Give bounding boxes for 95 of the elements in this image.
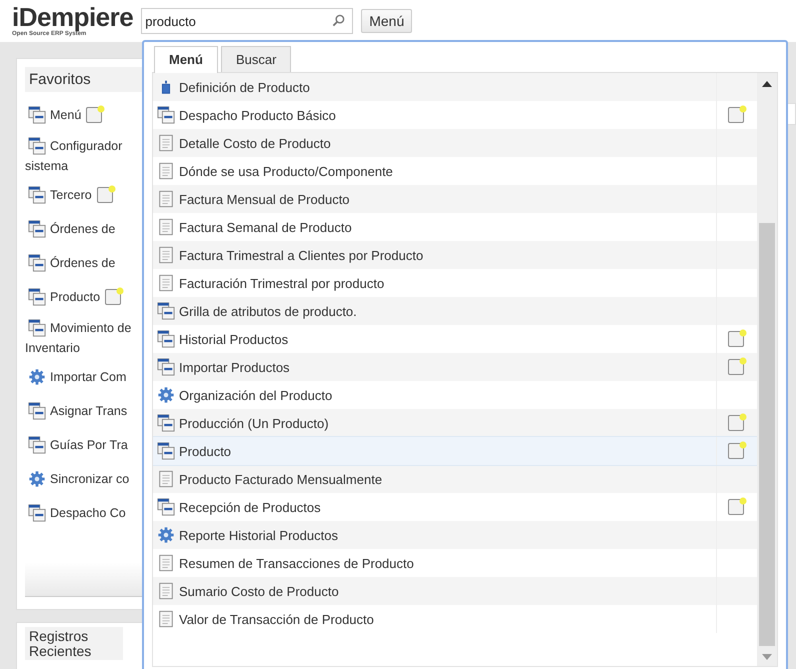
result-row[interactable]: Factura Mensual de Producto [153,185,757,213]
favorite-link[interactable]: Importar Com [50,370,126,384]
window-icon [28,106,46,124]
result-label: Definición de Producto [179,80,310,94]
result-row[interactable]: Producción (Un Producto) [153,409,757,437]
scroll-up-icon[interactable] [762,81,772,87]
document-icon [157,190,175,208]
result-row[interactable]: Sumario Costo de Producto [153,577,757,605]
window-icon [157,498,175,516]
favorite-note-icon[interactable] [727,105,747,125]
logo: iDempiere [12,4,134,30]
document-icon [157,554,175,572]
tab[interactable]: Menú [154,46,218,73]
gear-icon [157,526,175,544]
window-icon [157,330,175,348]
favorite-note-icon[interactable] [727,413,747,433]
window-icon [157,442,175,460]
scroll-down-icon[interactable] [762,654,772,660]
gear-icon [28,470,46,488]
document-icon [157,134,175,152]
favorite-link[interactable]: Movimiento de [50,321,132,335]
result-label: Valor de Transacción de Producto [179,612,374,626]
window-icon [28,319,46,337]
favorite-note-icon[interactable] [104,287,124,307]
favorite-link[interactable]: Órdenes de [50,222,116,236]
window-icon [28,288,46,306]
window-icon [157,358,175,376]
window-icon [28,137,46,155]
result-label: Producto [179,444,232,458]
document-icon [157,218,175,236]
result-label: Recepción de Productos [179,500,321,514]
scrollbar[interactable] [757,73,777,666]
document-icon [157,246,175,264]
result-row[interactable]: Detalle Costo de Producto [153,129,757,157]
result-label: Facturación Trimestral por producto [179,276,384,290]
gear-icon [157,386,175,404]
favorite-note-icon[interactable] [85,105,106,125]
favorite-link[interactable]: Configurador [50,139,122,153]
result-label: Factura Trimestral a Clientes por Producto [179,248,424,262]
gear-icon [28,368,46,386]
window-icon [157,106,175,124]
document-icon [157,162,175,180]
result-label: Importar Productos [179,360,290,374]
favorite-note-icon[interactable] [96,185,116,205]
favorite-link[interactable]: Sincronizar co [50,472,130,486]
document-icon [157,582,175,600]
result-label: Producción (Un Producto) [179,416,329,430]
result-label: Historial Productos [179,332,288,346]
result-row[interactable]: Factura Trimestral a Clientes por Producto [153,241,757,269]
favorite-note-icon[interactable] [727,497,747,517]
favorite-link[interactable]: Guías Por Tra [50,438,128,452]
window-icon [28,436,46,454]
window-icon [28,186,46,204]
favorite-link[interactable]: Tercero [50,188,92,202]
favorite-note-icon[interactable] [727,441,747,461]
scrollbar-thumb[interactable] [759,223,775,646]
favorite-note-icon[interactable] [727,329,747,349]
document-icon [157,470,175,488]
panel-title: Favoritos [29,71,91,88]
favorite-link[interactable]: Producto [50,290,100,304]
result-label: Resumen de Transacciones de Producto [179,556,414,570]
result-label: Factura Semanal de Producto [179,220,352,234]
tab[interactable]: Buscar [220,46,292,72]
window-icon [28,220,46,238]
result-label: Factura Mensual de Producto [179,192,350,206]
result-row[interactable]: Producto [153,437,757,465]
result-label: Detalle Costo de Producto [179,136,331,150]
window-icon [28,504,46,522]
document-icon [157,610,175,628]
favorite-note-icon[interactable] [727,357,747,377]
window-icon [157,414,175,432]
menu-button[interactable]: Menú [361,9,412,33]
result-row[interactable]: Producto Facturado Mensualmente [153,465,757,493]
result-row[interactable]: Reporte Historial Productos [153,521,757,549]
search-icon[interactable] [332,14,346,27]
window-icon [28,402,46,420]
result-row[interactable]: Importar Productos [153,353,757,381]
result-row[interactable]: Grilla de atributos de producto. [153,297,757,325]
search-field[interactable]: producto [141,8,354,34]
favorite-link[interactable]: Despacho Co [50,506,126,520]
window-icon [28,254,46,272]
result-label: Despacho Producto Básico [179,108,336,122]
result-label: Dónde se usa Producto/Componente [179,164,393,178]
panel-title: Registros Recientes [29,628,92,659]
document-icon [157,274,175,292]
result-row[interactable]: Definición de Producto [153,73,757,101]
favorite-link[interactable]: Órdenes de [50,256,116,270]
favorite-link[interactable]: Menú [50,108,82,122]
result-label: Reporte Historial Productos [179,528,338,542]
result-label: Grilla de atributos de producto. [179,304,357,318]
favorite-link[interactable]: Asignar Trans [50,404,128,418]
window-icon [157,302,175,320]
result-label: Producto Facturado Mensualmente [179,472,382,486]
result-label: Sumario Costo de Producto [179,584,339,598]
result-label: Organización del Producto [179,388,332,402]
